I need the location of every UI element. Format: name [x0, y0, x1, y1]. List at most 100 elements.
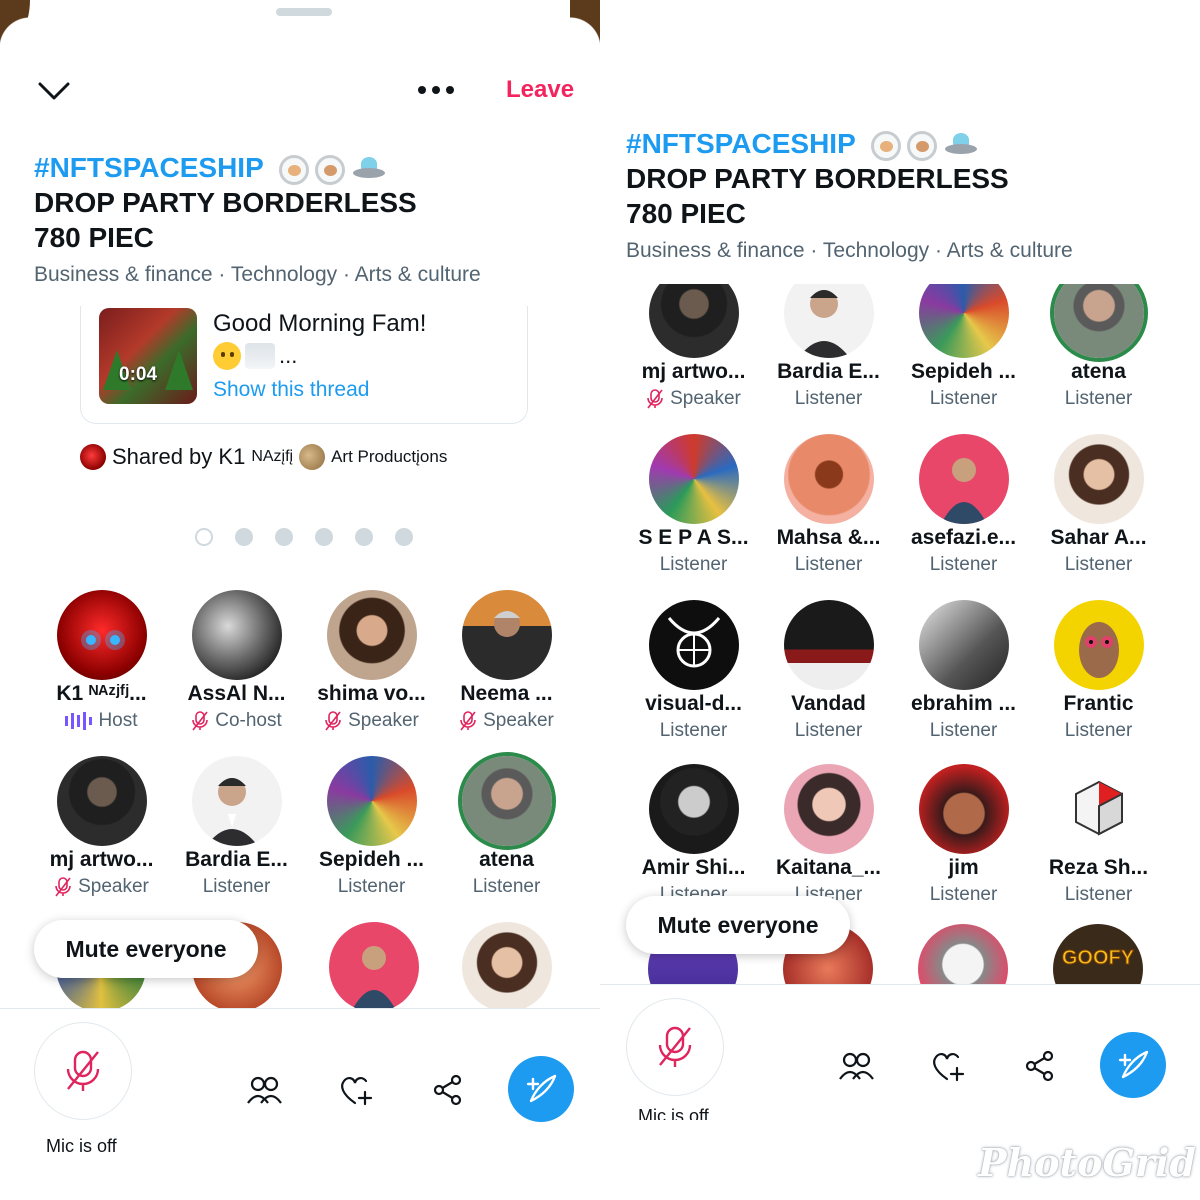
heart-plus-icon[interactable] [928, 1046, 968, 1086]
avatar[interactable] [783, 600, 874, 690]
page-dot[interactable] [395, 528, 413, 546]
pagination-dots[interactable] [195, 528, 413, 546]
page-dot[interactable] [235, 528, 253, 546]
avatar[interactable] [783, 764, 874, 854]
mic-toggle-button[interactable] [626, 998, 724, 1096]
tweet-video-thumbnail[interactable]: 0:04 [99, 308, 197, 404]
video-duration: 0:04 [119, 364, 158, 385]
space-title-line: 780 PIEC [34, 222, 154, 253]
participant[interactable]: ebrahim ... Listener [896, 600, 1031, 742]
participant[interactable]: Vandad Listener [761, 600, 896, 742]
participant[interactable]: atena Listener [1031, 284, 1166, 410]
compose-button[interactable] [508, 1056, 574, 1122]
people-icon[interactable] [244, 1070, 284, 1110]
avatar[interactable] [191, 756, 282, 846]
participant[interactable]: shima vo... Speaker [304, 590, 439, 732]
participant-name: Reza Sh... [1048, 856, 1149, 879]
share-icon[interactable] [428, 1070, 468, 1110]
participant[interactable]: Sahar A... Listener [1031, 434, 1166, 576]
shared-by-label: Shared by K1 [112, 444, 246, 469]
participant[interactable]: atena Listener [439, 756, 574, 898]
heart-plus-icon[interactable] [336, 1070, 376, 1110]
participant[interactable]: visual-d... Listener [626, 600, 761, 742]
participant[interactable]: K1 ᴺᴬᶻʲᶠʲ... Host [34, 590, 169, 732]
participant[interactable]: Neema ... Speaker [439, 590, 574, 732]
avatar[interactable] [918, 600, 1009, 690]
avatar[interactable]: GOOFY [1053, 924, 1143, 984]
mic-status-label: Mic is off [46, 1136, 117, 1156]
page-dot[interactable] [315, 528, 333, 546]
avatar[interactable] [56, 756, 147, 846]
avatar[interactable] [80, 444, 106, 470]
avatar[interactable] [648, 434, 739, 524]
participant[interactable]: Bardia E... Listener [169, 756, 304, 898]
space-hashtag[interactable]: #NFTSPACESHIP [34, 152, 263, 183]
avatar[interactable] [329, 922, 419, 1012]
avatar[interactable] [1053, 434, 1144, 524]
space-hashtag[interactable]: #NFTSPACESHIP [626, 128, 855, 159]
participant-role: Speaker [439, 710, 574, 732]
participant-role: Listener [929, 720, 998, 741]
participant[interactable]: S E P A S... Listener [626, 434, 761, 576]
mic-status-label: Mic is off [638, 1106, 709, 1120]
avatar[interactable] [1053, 600, 1144, 690]
participant[interactable]: Reza Sh... Listener [1031, 764, 1166, 906]
share-icon[interactable] [1020, 1046, 1060, 1086]
show-thread-link[interactable]: Show this thread [213, 378, 369, 402]
chevron-down-icon[interactable] [36, 76, 72, 106]
participant-name: Kaitana_... [775, 856, 882, 879]
participant[interactable]: jim Listener [896, 764, 1031, 906]
avatar[interactable] [783, 434, 874, 524]
participant[interactable]: Mahsa &... Listener [761, 434, 896, 576]
participant[interactable]: Bardia E... Listener [761, 284, 896, 410]
participant[interactable]: Sepideh ... Listener [304, 756, 439, 898]
avatar[interactable] [461, 590, 552, 680]
avatar[interactable] [648, 764, 739, 854]
drag-handle[interactable] [276, 8, 332, 16]
avatar[interactable] [918, 924, 1008, 984]
page-dot[interactable] [275, 528, 293, 546]
mute-everyone-button[interactable]: Mute everyone [34, 920, 258, 978]
participant-role-label: Speaker [483, 710, 554, 731]
avatar[interactable] [1053, 764, 1144, 854]
avatar[interactable] [648, 284, 739, 358]
avatar[interactable] [191, 590, 282, 680]
participant-name: mj artwo... [49, 848, 154, 871]
participant-name: atena [1071, 360, 1126, 383]
participant[interactable]: Kaitana_... Listener [761, 764, 896, 906]
avatar[interactable] [56, 590, 147, 680]
compose-button[interactable] [1100, 1032, 1166, 1098]
avatar[interactable] [461, 756, 552, 846]
participant[interactable]: mj artwo... Speaker [34, 756, 169, 898]
avatar[interactable] [462, 922, 552, 1012]
people-icon[interactable] [836, 1046, 876, 1086]
avatar[interactable] [1053, 284, 1144, 358]
more-icon[interactable] [418, 82, 462, 98]
pinned-tweet-card[interactable]: 0:04 Good Morning Fam! ... Show this thr… [80, 306, 528, 424]
participant[interactable]: Frantic Listener [1031, 600, 1166, 742]
avatar[interactable] [918, 434, 1009, 524]
divider [600, 984, 1200, 985]
participant-name: Vandad [791, 692, 866, 715]
participant-role-label: Co-host [215, 710, 282, 731]
avatar[interactable] [918, 764, 1009, 854]
participant[interactable]: Sepideh ... Listener [896, 284, 1031, 410]
participant[interactable]: AssAl N... Co-host [169, 590, 304, 732]
avatar[interactable] [783, 284, 874, 358]
participant[interactable]: mj artwo... Speaker [626, 284, 761, 410]
ufo-icon [351, 155, 387, 183]
page-dot[interactable] [355, 528, 373, 546]
astronaut-emoji-icons [871, 130, 979, 161]
participant-name: AssAl N... [187, 682, 286, 705]
mute-everyone-button[interactable]: Mute everyone [626, 896, 850, 954]
participant-role: Co-host [169, 710, 304, 732]
avatar[interactable] [918, 284, 1009, 358]
participant[interactable]: asefazi.e... Listener [896, 434, 1031, 576]
mic-toggle-button[interactable] [34, 1022, 132, 1120]
participant[interactable]: Amir Shi... Listener [626, 764, 761, 906]
leave-button[interactable]: Leave [506, 76, 574, 104]
avatar[interactable] [326, 756, 417, 846]
page-dot[interactable] [195, 528, 213, 546]
avatar[interactable] [648, 600, 739, 690]
avatar[interactable] [326, 590, 417, 680]
